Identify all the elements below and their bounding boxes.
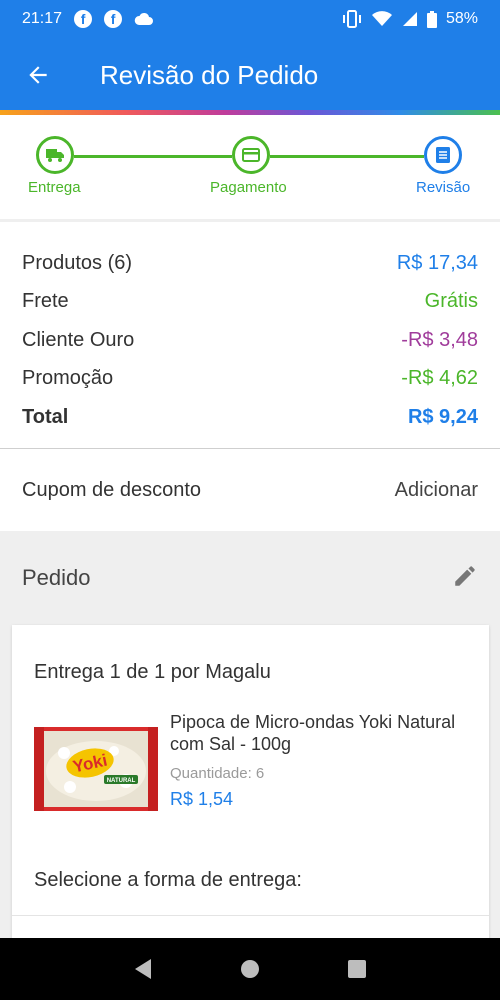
package-label-text: NATURAL [107,778,136,784]
delivery-card: Entrega 1 de 1 por Magalu Yoki NATURAL P… [12,625,489,945]
page-title: Revisão do Pedido [100,59,319,90]
step-label-entrega: Entrega [28,179,81,196]
app-bar: Revisão do Pedido [0,38,500,112]
edit-order-button[interactable] [452,563,478,594]
coupon-label: Cupom de desconto [22,478,202,501]
product-price: R$ 1,54 [170,789,234,809]
status-time: 21:17 [22,10,63,27]
pencil-icon [455,565,475,586]
add-coupon-button[interactable]: Adicionar [395,479,478,502]
shipping-value: Grátis [424,290,478,313]
quantity-value: 6 [255,765,265,782]
promo-label: Promoção [22,367,114,390]
products-label: Produtos (6) [22,251,133,274]
delivery-title: Entrega 1 de 1 por Magalu [34,661,271,683]
home-circle-icon[interactable] [240,959,260,979]
step-connector [74,155,232,158]
step-connector [270,155,424,158]
checkout-steps: Entrega Pagamento Revisão [0,115,500,219]
wifi-icon [371,11,392,26]
summary-row-shipping: Frete Grátis [22,283,478,322]
battery-percent: 58% [445,10,478,27]
step-label-revisao: Revisão [416,179,471,196]
coupon-row[interactable]: Cupom de desconto Adicionar [0,449,500,531]
order-summary: Produtos (6) R$ 17,34 Frete Grátis Clien… [0,222,500,448]
gold-value: -R$ 3,48 [401,328,478,351]
truck-icon [46,149,64,162]
product-quantity: Quantidade: 6 [170,765,264,782]
summary-row-products: Produtos (6) R$ 17,34 [22,244,478,283]
order-header: Pedido [0,531,500,625]
summary-row-total: Total R$ 9,24 [22,398,478,437]
signal-icon [402,12,417,26]
promo-value: -R$ 4,62 [401,367,478,390]
battery-icon [426,10,437,28]
arrow-back-icon [29,66,47,84]
shipping-label: Frete [22,290,69,313]
product-name[interactable]: Pipoca de Micro-ondas Yoki Natural com S… [170,711,460,755]
total-label: Total [22,405,69,428]
back-triangle-icon[interactable] [133,958,153,980]
step-revisao[interactable] [424,136,462,174]
step-pagamento[interactable] [232,136,270,174]
status-bar: 21:17 f f 58% [0,0,500,38]
back-button[interactable] [0,38,76,112]
summary-row-promo: Promoção -R$ 4,62 [22,360,478,399]
step-entrega[interactable] [36,136,74,174]
product-image[interactable]: Yoki NATURAL [34,723,158,815]
divider [12,915,489,916]
delivery-method-heading: Selecione a forma de entrega: [34,869,302,891]
recents-square-icon[interactable] [347,959,367,979]
gold-label: Cliente Ouro [22,328,135,351]
summary-row-gold: Cliente Ouro -R$ 3,48 [22,321,478,360]
facebook-icon: f [74,10,93,28]
total-value: R$ 9,24 [407,405,478,428]
list-icon [436,147,450,163]
order-title: Pedido [22,565,91,590]
step-label-pagamento: Pagamento [210,179,287,196]
vibrate-icon [342,10,361,28]
products-value: R$ 17,34 [396,251,478,274]
card-icon [242,148,260,162]
system-nav-bar [0,938,500,1000]
facebook-icon: f [104,10,123,28]
quantity-label: Quantidade: [170,765,252,782]
cloud-icon [134,12,154,25]
